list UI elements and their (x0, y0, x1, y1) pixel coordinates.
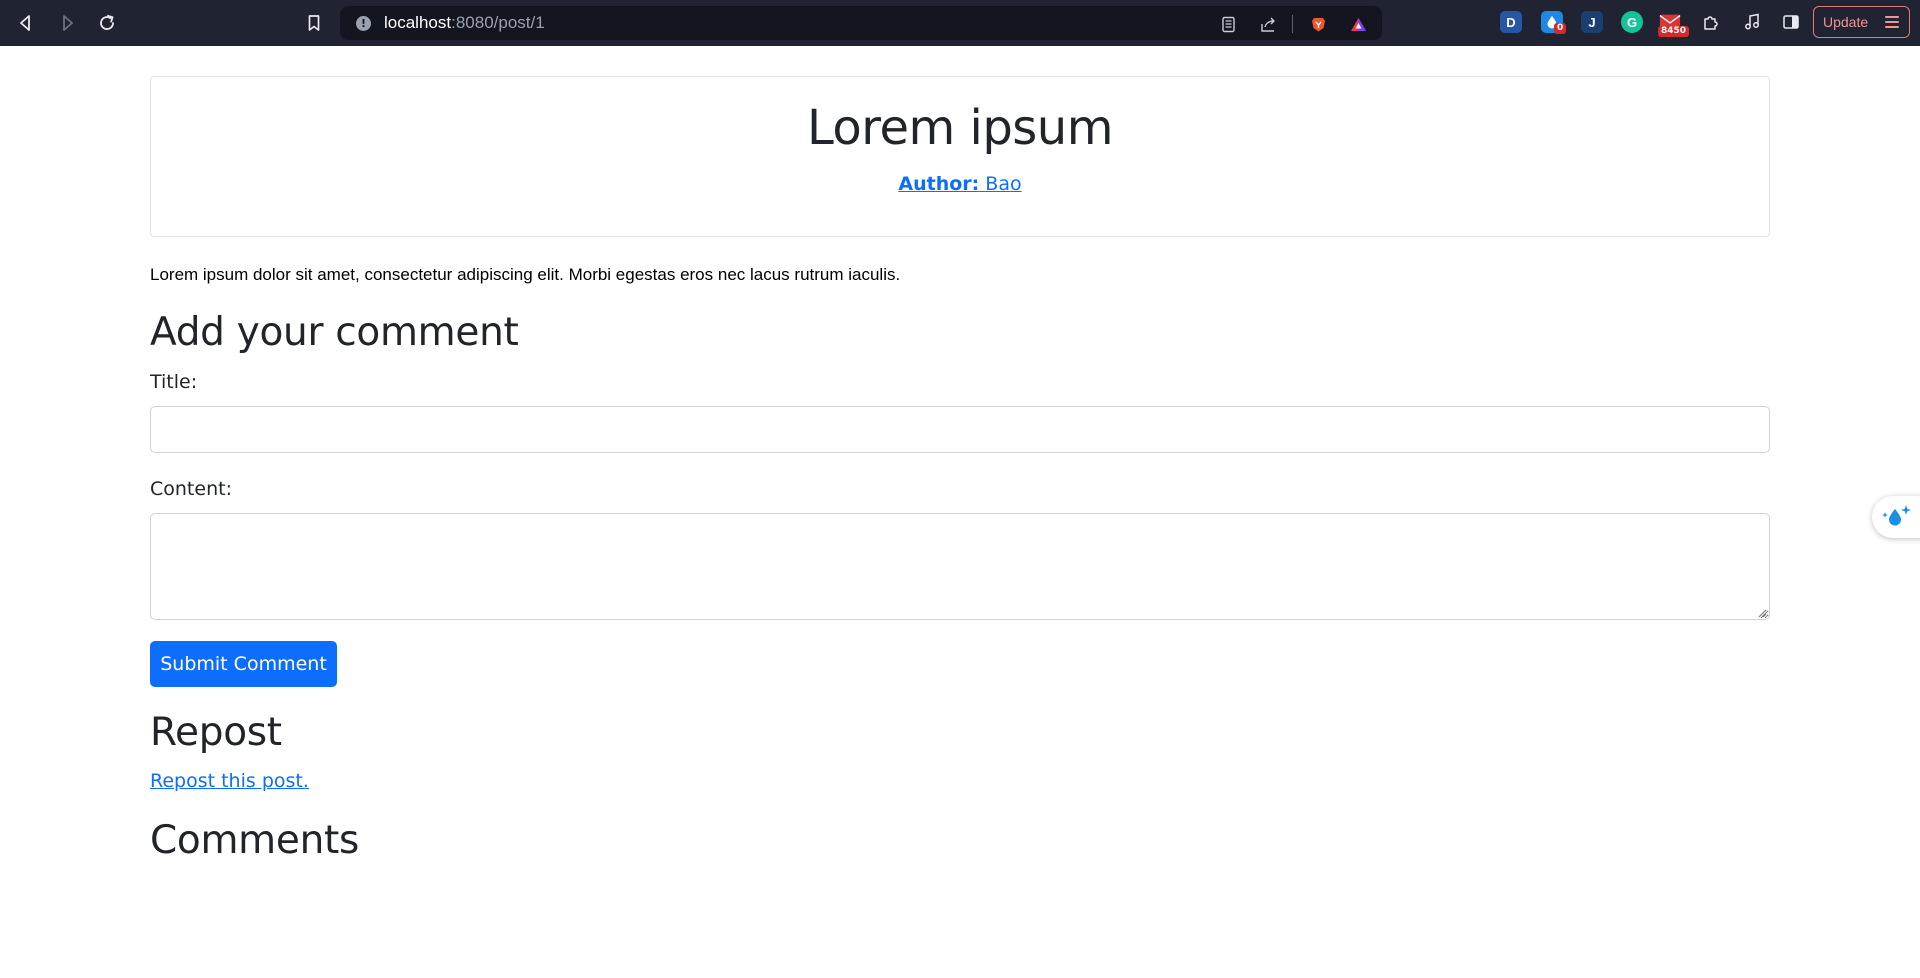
content-label: Content: (150, 478, 232, 500)
sidebar-panel-icon (1783, 15, 1799, 29)
music-note-icon (1745, 13, 1759, 30)
jstor-extension-icon[interactable]: J (1581, 11, 1603, 33)
extensions-menu-button[interactable] (1700, 11, 1722, 33)
grammarly-letter: G (1626, 14, 1638, 30)
post-title: Lorem ipsum (807, 100, 1113, 156)
bookmark-icon (308, 15, 320, 31)
post-header-card: Lorem ipsum Author: Bao (150, 76, 1770, 237)
post-author: Author: Bao (151, 172, 1769, 196)
brave-shields-button[interactable] (1308, 14, 1328, 34)
browser-toolbar: ! localhost:8080/post/1 D 0 J G 8450 Upd… (0, 0, 1920, 46)
update-button[interactable]: Update (1813, 6, 1910, 38)
reload-button[interactable] (93, 9, 121, 37)
comments-heading: Comments (150, 818, 359, 863)
update-label: Update (1823, 14, 1869, 30)
brave-rewards-button[interactable] (1348, 14, 1368, 34)
puzzle-piece-icon (1704, 16, 1718, 30)
add-comment-heading: Add your comment (150, 310, 519, 355)
raindrop-extension-icon[interactable]: 0 (1541, 11, 1567, 34)
hamburger-menu-icon (1885, 16, 1899, 28)
url-text[interactable]: localhost:8080/post/1 (384, 14, 545, 32)
author-link[interactable]: Author: Bao (898, 173, 1021, 195)
brave-lion-icon (1311, 17, 1325, 31)
share-button[interactable] (1258, 14, 1278, 34)
repost-heading: Repost (150, 710, 282, 755)
address-bar[interactable]: ! localhost:8080/post/1 (340, 6, 1382, 40)
dashlane-letter: D (1506, 14, 1516, 30)
forward-button[interactable] (53, 9, 81, 37)
sidebar-toggle-button[interactable] (1780, 11, 1802, 33)
site-info-icon[interactable]: ! (356, 16, 371, 31)
post-body: Lorem ipsum dolor sit amet, consectetur … (150, 265, 901, 284)
comment-title-input[interactable] (150, 406, 1770, 453)
comment-content-textarea[interactable] (150, 513, 1770, 620)
share-icon (1260, 17, 1275, 32)
rewards-triangle-icon (1350, 17, 1366, 31)
forward-arrow-icon (63, 15, 73, 31)
repost-link[interactable]: Repost this post. (150, 769, 309, 793)
author-name: Bao (985, 173, 1022, 195)
floating-assistant-widget[interactable] (1872, 496, 1920, 538)
back-arrow-icon (20, 15, 30, 31)
sparkle-droplet-icon (1882, 505, 1911, 526)
back-button[interactable] (12, 9, 40, 37)
reader-mode-button[interactable] (1218, 14, 1238, 34)
grammarly-extension-icon[interactable]: G (1621, 11, 1643, 33)
jstor-letter: J (1588, 14, 1596, 30)
title-label: Title: (150, 371, 198, 393)
media-controls-button[interactable] (1741, 11, 1763, 33)
mail-extension-icon[interactable]: 8450 (1658, 11, 1690, 37)
bookmark-button[interactable] (300, 9, 328, 37)
submit-comment-button[interactable]: Submit Comment (150, 641, 337, 687)
author-label: Author: (898, 173, 980, 195)
mail-badge: 8450 (1658, 26, 1690, 37)
url-path: :8080/post/1 (451, 13, 545, 32)
url-separator (1292, 15, 1293, 33)
dashlane-extension-icon[interactable]: D (1500, 11, 1522, 33)
reader-mode-icon (1221, 16, 1235, 32)
url-host: localhost (384, 13, 452, 32)
reload-icon (100, 14, 114, 30)
resize-handle-icon[interactable] (1755, 606, 1767, 618)
raindrop-badge: 0 (1554, 23, 1567, 34)
